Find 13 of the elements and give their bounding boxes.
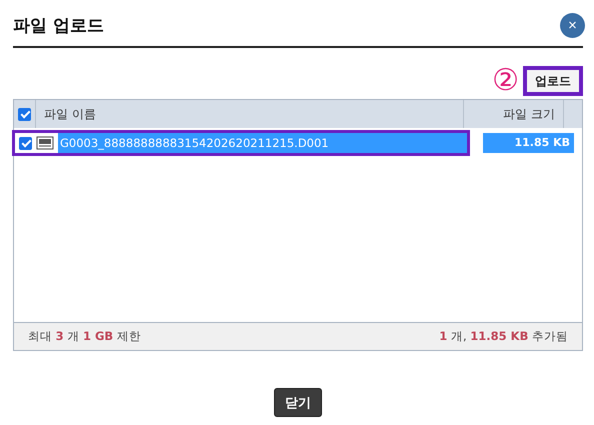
limit-text: 최대 3 개 1 GB 제한	[28, 329, 141, 344]
step-number: ②	[492, 66, 519, 96]
added-text: 1 개, 11.85 KB 추가됨	[439, 329, 568, 344]
upload-button[interactable]: 업로드	[523, 66, 583, 96]
close-dialog-button[interactable]: 닫기	[274, 388, 322, 417]
file-size: 11.85 KB	[483, 133, 574, 153]
file-icon	[36, 136, 54, 150]
row-checkbox[interactable]	[19, 136, 32, 150]
column-header: 파일 크기	[464, 100, 564, 128]
column-header: 파일 이름	[36, 100, 464, 128]
close-button[interactable]: ×	[560, 12, 585, 38]
dialog-title: 파일 업로드	[13, 14, 104, 36]
select-all-checkbox[interactable]	[18, 108, 31, 120]
